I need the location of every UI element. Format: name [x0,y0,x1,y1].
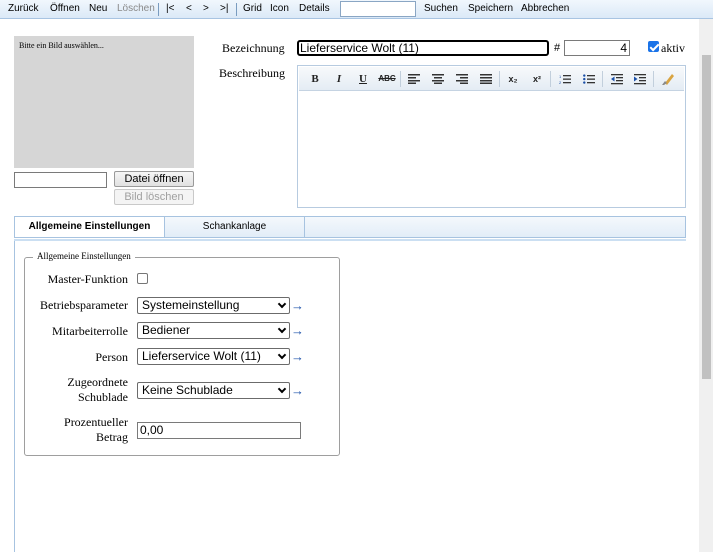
tab-allgemeine-einstellungen[interactable]: Allgemeine Einstellungen [15,217,165,237]
svg-text:2: 2 [559,80,562,85]
person-label: Person [95,350,128,364]
name-label: Bezeichnung [222,41,285,55]
editor-divider [602,71,603,87]
drawer-value: Keine Schublade [142,383,233,397]
toolbar-divider [236,3,237,16]
next-record-button[interactable]: > [203,3,209,14]
drawer-select[interactable]: Keine Schublade [137,382,290,399]
main-toolbar: Zurück Öffnen Neu Löschen |< < > >| Grid… [0,0,713,19]
editor-toolbar: B I U ABC x₂ x² 12 [299,67,684,91]
operating-parameters-select[interactable]: Systemeinstellung [137,297,290,314]
name-input[interactable]: Lieferservice Wolt (11) [297,40,549,56]
tab-underline [14,239,686,241]
person-value: Lieferservice Wolt (11) [142,349,261,363]
chevron-down-icon [277,350,287,360]
drawer-label-line2: Schublade [78,390,128,404]
search-button[interactable]: Suchen [424,3,458,14]
settings-tabs: Allgemeine Einstellungen Schankanlage [14,216,686,238]
toolbar-divider [158,3,159,16]
master-function-label: Master-Funktion [47,272,128,286]
employee-role-select[interactable]: Bediener [137,322,290,339]
delete-button[interactable]: Löschen [117,3,155,14]
grid-view-button[interactable]: Grid [243,3,262,14]
details-view-button[interactable]: Details [299,3,330,14]
person-select[interactable]: Lieferservice Wolt (11) [137,348,290,365]
toolbar-search-input[interactable] [340,1,416,17]
number-hash-label: # [554,42,561,54]
align-center-icon[interactable] [428,71,448,87]
editor-divider [400,71,401,87]
percentage-label-line1: Prozentueller [64,415,128,429]
cancel-button[interactable]: Abbrechen [521,3,569,14]
chevron-down-icon [277,299,287,309]
image-hint: Bitte ein Bild auswählen... [19,41,104,50]
save-button[interactable]: Speichern [468,3,513,14]
active-checkbox[interactable] [648,41,659,52]
number-input[interactable]: 4 [564,40,630,56]
operating-parameters-link-arrow-icon[interactable]: → [291,299,304,312]
first-record-button[interactable]: |< [166,3,174,14]
percentage-label-line2: Betrag [96,430,128,444]
back-button[interactable]: Zurück [8,3,39,14]
employee-role-link-arrow-icon[interactable]: → [291,324,304,337]
open-button[interactable]: Öffnen [50,3,80,14]
unordered-list-icon[interactable] [579,71,599,87]
active-label: aktiv [661,41,685,55]
strikethrough-icon[interactable]: ABC [377,71,397,87]
chevron-down-icon [277,384,287,394]
ordered-list-icon[interactable]: 12 [555,71,575,87]
scrollbar-thumb[interactable] [702,55,711,379]
percentage-input[interactable]: 0,00 [137,422,301,439]
drawer-label-line1: Zugeordnete [67,375,128,389]
editor-divider [499,71,500,87]
subscript-icon[interactable]: x₂ [503,71,523,87]
svg-text:1: 1 [559,74,562,79]
editor-divider [653,71,654,87]
operating-parameters-label: Betriebsparameter [40,298,128,312]
indent-icon[interactable] [630,71,650,87]
align-right-icon[interactable] [452,71,472,87]
italic-icon[interactable]: I [329,71,349,87]
description-label: Beschreibung [219,66,285,80]
description-editor[interactable]: B I U ABC x₂ x² 12 [297,65,686,208]
outdent-icon[interactable] [607,71,627,87]
last-record-button[interactable]: >| [220,3,228,14]
bold-icon[interactable]: B [305,71,325,87]
panel-border [14,241,15,552]
new-button[interactable]: Neu [89,3,107,14]
employee-role-value: Bediener [142,323,191,337]
tab-schankanlage[interactable]: Schankanlage [165,217,305,237]
master-function-checkbox[interactable] [137,273,148,284]
drawer-link-arrow-icon[interactable]: → [291,384,304,397]
employee-role-label: Mitarbeiterrolle [52,324,128,338]
operating-parameters-value: Systemeinstellung [142,298,240,312]
file-path-input[interactable] [14,172,107,188]
underline-icon[interactable]: U [353,71,373,87]
chevron-down-icon [277,324,287,334]
delete-image-button[interactable]: Bild löschen [114,189,194,205]
previous-record-button[interactable]: < [186,3,192,14]
image-preview[interactable]: Bitte ein Bild auswählen... [14,36,194,168]
general-settings-legend: Allgemeine Einstellungen [33,251,135,261]
align-justify-icon[interactable] [476,71,496,87]
clear-format-icon[interactable] [658,71,678,87]
person-link-arrow-icon[interactable]: → [291,350,304,363]
open-file-button[interactable]: Datei öffnen [114,171,194,187]
align-left-icon[interactable] [404,71,424,87]
icon-view-button[interactable]: Icon [270,3,289,14]
superscript-icon[interactable]: x² [527,71,547,87]
editor-divider [550,71,551,87]
